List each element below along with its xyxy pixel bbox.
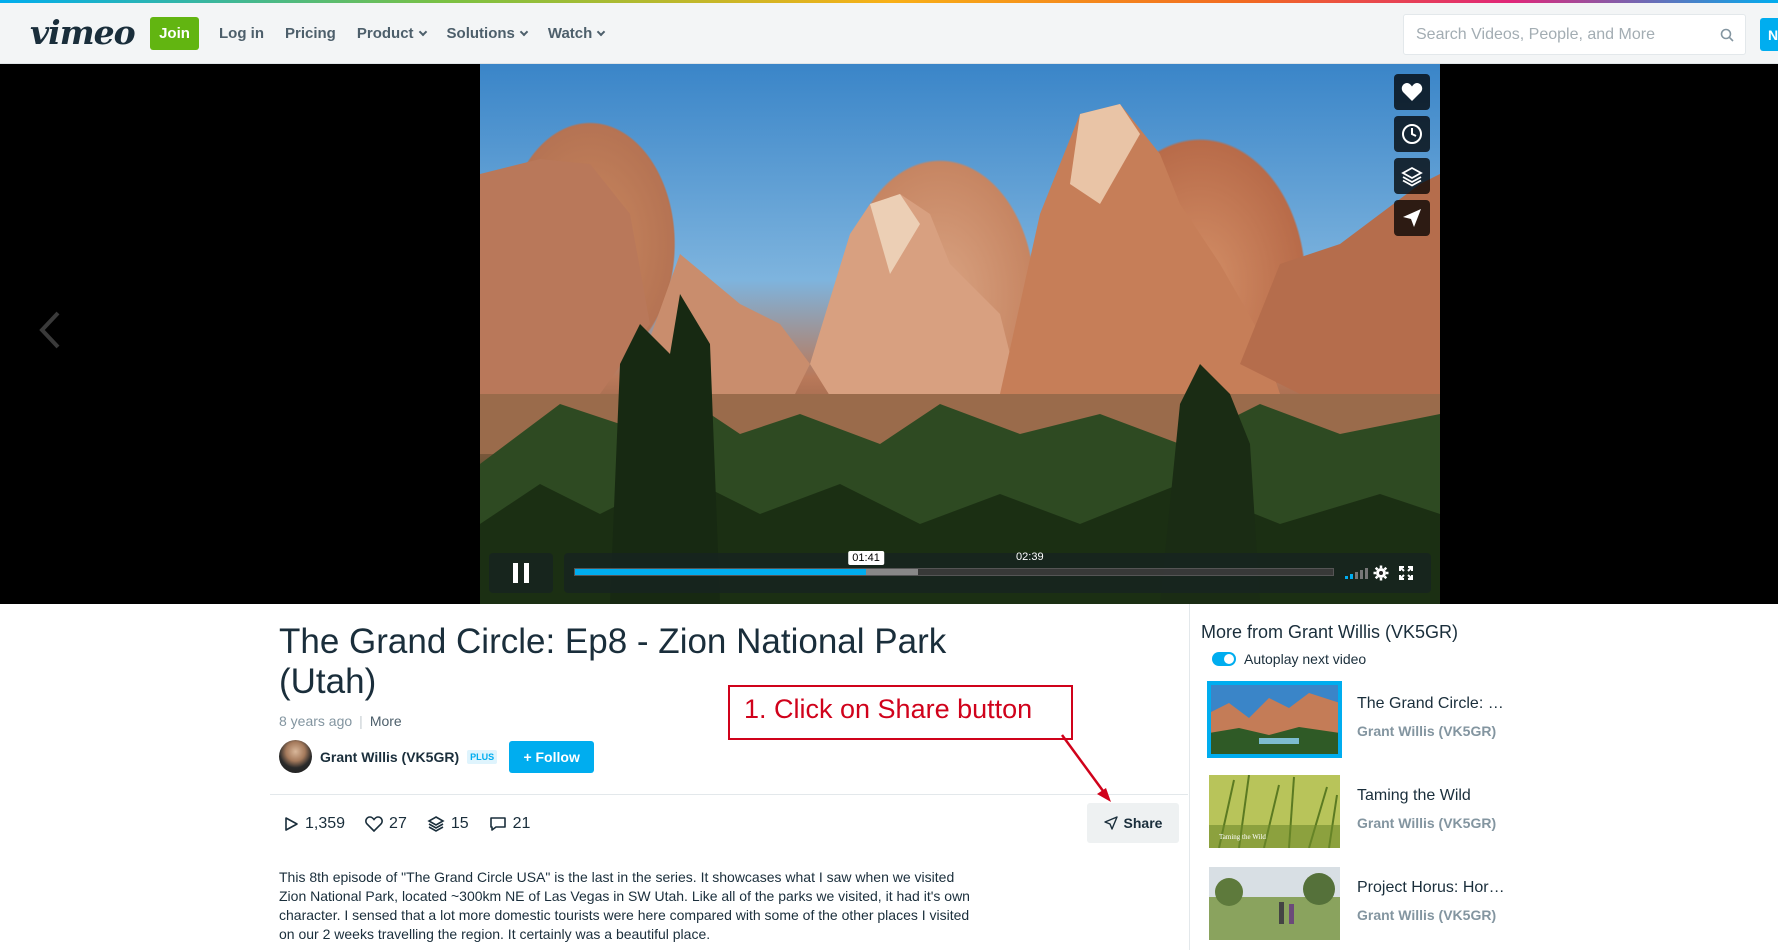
- nav-label: Solutions: [446, 25, 515, 42]
- volume-bar: [1365, 568, 1368, 579]
- related-video-text: Project Horus: Horus 40 Flight Grant Wil…: [1357, 867, 1507, 923]
- share-button[interactable]: Share: [1087, 803, 1179, 843]
- nav-solutions[interactable]: Solutions: [446, 25, 529, 42]
- main-nav: Log in Pricing Product Solutions Watch: [219, 25, 606, 42]
- related-video-title[interactable]: Project Horus: Horus 40 Flight: [1357, 879, 1507, 897]
- sidebar-title: More from Grant Willis (VK5GR): [1201, 622, 1459, 642]
- progress-track[interactable]: 01:41 02:39: [574, 551, 1334, 576]
- nav-pricing[interactable]: Pricing: [285, 25, 336, 42]
- nav-label: Watch: [547, 25, 593, 42]
- current-time: 01:41: [848, 551, 884, 565]
- comments-stat[interactable]: 21: [489, 815, 531, 833]
- chevron-down-icon: [597, 27, 606, 36]
- video-description: This 8th episode of "The Grand Circle US…: [279, 869, 970, 942]
- progress-bar-container: 01:41 02:39: [564, 551, 1431, 593]
- related-video-author[interactable]: Grant Willis (VK5GR): [1357, 723, 1507, 739]
- related-video-text: Taming the Wild Grant Willis (VK5GR): [1357, 775, 1507, 831]
- sidebar-divider: [1189, 604, 1190, 950]
- divider: [270, 794, 1188, 795]
- autoplay-label: Autoplay next video: [1244, 651, 1367, 667]
- related-video-item[interactable]: Taming the Wild Taming the Wild Grant Wi…: [1209, 775, 1507, 848]
- previous-video-arrow[interactable]: [36, 309, 64, 351]
- vimeo-logo[interactable]: vimeo: [30, 13, 136, 52]
- upload-age: 8 years ago: [279, 713, 353, 729]
- join-button[interactable]: Join: [150, 17, 199, 50]
- nav-watch[interactable]: Watch: [547, 25, 606, 42]
- related-video-title[interactable]: The Grand Circle: Ep8 - Zion National Pa…: [1357, 695, 1507, 713]
- related-video-title[interactable]: Taming the Wild: [1357, 787, 1507, 805]
- thumbnail-caption: Taming the Wild: [1219, 833, 1266, 841]
- search-icon[interactable]: [1709, 15, 1745, 54]
- nav-label: Pricing: [285, 25, 336, 42]
- related-video-text: The Grand Circle: Ep8 - Zion National Pa…: [1357, 683, 1507, 739]
- search-box: [1403, 14, 1746, 55]
- heart-icon: [365, 816, 383, 832]
- plays-stat[interactable]: 1,359: [283, 815, 345, 833]
- total-time: 02:39: [1016, 551, 1044, 563]
- autoplay-toggle[interactable]: [1212, 652, 1236, 666]
- video-stats: 1,359 27 15 21: [283, 815, 530, 833]
- pause-icon: [513, 563, 529, 583]
- play-icon: [285, 817, 298, 831]
- volume-bar: [1360, 570, 1363, 579]
- collections-stat[interactable]: 15: [427, 815, 469, 833]
- nav-log-in[interactable]: Log in: [219, 25, 264, 42]
- video-thumbnail[interactable]: [1209, 867, 1340, 940]
- video-thumbnail[interactable]: [1207, 681, 1342, 758]
- nav-label: Product: [356, 25, 414, 42]
- fullscreen-icon[interactable]: [1396, 563, 1416, 583]
- video-thumbnail[interactable]: Taming the Wild: [1209, 775, 1340, 848]
- video-meta: 8 years ago | More: [279, 713, 402, 729]
- plus-badge: PLUS: [467, 749, 498, 764]
- paper-plane-icon: [1103, 816, 1118, 830]
- share-label: Share: [1123, 815, 1163, 831]
- annotation-callout: 1. Click on Share button: [728, 685, 1073, 740]
- new-video-button[interactable]: N: [1760, 18, 1778, 51]
- chevron-down-icon: [418, 27, 427, 36]
- author-name[interactable]: Grant Willis (VK5GR): [320, 749, 459, 765]
- watch-later-clock-icon[interactable]: [1394, 116, 1430, 152]
- likes-count: 27: [389, 815, 407, 832]
- player-controls: 01:41 02:39: [489, 551, 1431, 593]
- layers-icon: [427, 816, 445, 832]
- follow-button[interactable]: + Follow: [509, 740, 595, 773]
- played-range: [575, 569, 867, 575]
- video-frame[interactable]: 01:41 02:39: [480, 64, 1440, 604]
- collections-layers-icon[interactable]: [1394, 158, 1430, 194]
- settings-gear-icon[interactable]: [1371, 563, 1391, 583]
- site-header: vimeo Join Log in Pricing Product Soluti…: [0, 3, 1778, 64]
- nav-label: Log in: [219, 25, 264, 42]
- plays-count: 1,359: [305, 815, 346, 832]
- player-side-tools: [1394, 74, 1430, 236]
- comments-count: 21: [512, 815, 531, 832]
- share-paper-plane-icon[interactable]: [1394, 200, 1430, 236]
- scenery-image: [480, 104, 1440, 604]
- autoplay-row: Autoplay next video: [1212, 651, 1366, 667]
- like-heart-icon[interactable]: [1394, 74, 1430, 110]
- collections-count: 15: [450, 815, 469, 832]
- volume-bar: [1350, 574, 1353, 579]
- meta-separator: |: [359, 713, 363, 729]
- author-row: Grant Willis (VK5GR) PLUS + Follow: [279, 740, 595, 773]
- volume-bar: [1345, 576, 1348, 579]
- likes-stat[interactable]: 27: [365, 815, 407, 833]
- chevron-down-icon: [519, 27, 529, 36]
- nav-product[interactable]: Product: [356, 25, 427, 42]
- volume-bar: [1355, 572, 1358, 579]
- video-stage: 01:41 02:39: [0, 64, 1778, 604]
- related-video-item[interactable]: The Grand Circle: Ep8 - Zion National Pa…: [1207, 681, 1507, 758]
- search-input[interactable]: [1404, 15, 1709, 54]
- comment-bubble-icon: [489, 817, 506, 831]
- avatar[interactable]: [279, 740, 312, 773]
- related-video-author[interactable]: Grant Willis (VK5GR): [1357, 907, 1507, 923]
- related-video-item[interactable]: Project Horus: Horus 40 Flight Grant Wil…: [1209, 867, 1507, 940]
- related-video-author[interactable]: Grant Willis (VK5GR): [1357, 815, 1507, 831]
- more-link[interactable]: More: [370, 713, 402, 729]
- pause-button[interactable]: [489, 553, 553, 593]
- volume-level[interactable]: [1345, 567, 1368, 579]
